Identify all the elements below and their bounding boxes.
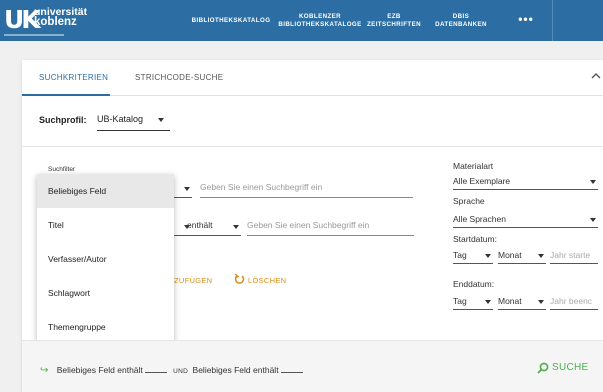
end-year-input[interactable]: Jahr beenc (550, 296, 598, 310)
caret-down-icon (158, 118, 164, 122)
summary-field-2: Beliebiges Feld (192, 365, 251, 375)
search-term-input-row-1[interactable]: Geben Sie einen Suchbegriff ein (200, 182, 413, 198)
start-month-value: Monat (498, 250, 522, 260)
menu-item-verfasser-autor[interactable]: Verfasser/Autor (37, 242, 174, 276)
material-value: Alle Exemplare (453, 176, 511, 186)
search-term-placeholder-row-2: Geben Sie einen Suchbegriff ein (247, 220, 370, 230)
field-select-row-1[interactable] (174, 182, 192, 198)
nav-dbis-line-2: DATENBANKEN (435, 20, 487, 28)
caret-down-icon (590, 218, 596, 222)
language-select[interactable]: Alle Sprachen (453, 214, 598, 228)
search-summary-bar: ↪ Beliebiges Feld enthält UND Beliebiges… (22, 340, 603, 392)
university-logo[interactable]: UK universität koblenz (4, 6, 94, 36)
logo-mark: UK (4, 5, 41, 34)
end-year-placeholder: Jahr beenc (550, 296, 593, 306)
tab-suchkriterien[interactable]: SUCHKRITERIEN (39, 73, 108, 82)
caret-down-icon (538, 254, 544, 258)
summary-und: UND (173, 368, 189, 375)
end-day-select[interactable]: Tag (453, 296, 493, 310)
filter-label: Suchfilter (48, 166, 76, 173)
logo-text: universität koblenz (34, 7, 87, 28)
material-label: Materialart (453, 161, 494, 171)
search-tabs: SUCHKRITERIEN STRICHCODE-SUCHE (22, 60, 603, 96)
top-navigation-bar: UK universität koblenz BIBLIOTHEKSKATALO… (0, 0, 603, 41)
summary-operator-2: enthält (253, 365, 279, 375)
more-menu-button[interactable]: ••• (500, 0, 552, 41)
nav-bibliothekskatalog-label: BIBLIOTHEKSKATALOG (191, 16, 271, 24)
end-month-value: Monat (498, 296, 522, 306)
logo-line-2: koblenz (34, 16, 77, 28)
search-term-placeholder-row-1: Geben Sie einen Suchbegriff ein (200, 182, 323, 192)
material-select[interactable]: Alle Exemplare (453, 176, 598, 190)
delete-button-label: LÖSCHEN (248, 276, 287, 285)
menu-item-themengruppe[interactable]: Themengruppe (37, 310, 174, 344)
logo-underline (4, 34, 64, 36)
summary-blank-2 (280, 365, 303, 373)
menu-item-titel[interactable]: Titel (37, 208, 174, 242)
nav-koblenzer-line-1: KOBLENZER (298, 13, 342, 20)
caret-down-icon (485, 300, 491, 304)
field-dropdown-menu: Beliebiges Feld Titel Verfasser/Autor Sc… (37, 174, 174, 348)
chevron-up-icon[interactable] (591, 71, 603, 83)
caret-down-icon (485, 254, 491, 258)
nav-dbis-datenbanken[interactable]: DBIS DATENBANKEN (428, 0, 494, 41)
caret-down-icon (538, 300, 544, 304)
start-year-input[interactable]: Jahr starte (550, 250, 598, 264)
summary-operator-1: enthält (117, 365, 143, 375)
search-term-input-row-2[interactable]: Geben Sie einen Suchbegriff ein (247, 220, 414, 236)
search-icon (537, 362, 549, 374)
nav-bibliothekskatalog[interactable]: BIBLIOTHEKSKATALOG (190, 0, 272, 41)
active-tab-indicator (22, 94, 110, 96)
start-year-placeholder: Jahr starte (550, 250, 591, 260)
start-day-select[interactable]: Tag (453, 250, 493, 264)
caret-down-icon (233, 225, 239, 229)
query-summary: ↪ Beliebiges Feld enthält UND Beliebiges… (40, 365, 305, 376)
search-button-label: SUCHE (552, 362, 589, 373)
nav-ezb-zeitschriften[interactable]: EZB ZEITSCHRIFTEN (366, 0, 422, 41)
menu-item-schlagwort[interactable]: Schlagwort (37, 276, 174, 310)
summary-blank-1 (144, 365, 167, 373)
language-value: Alle Sprachen (453, 214, 506, 224)
caret-down-icon (590, 180, 596, 184)
profile-label: Suchprofil: (39, 115, 87, 125)
operator-value-row-2: enthält (187, 220, 213, 230)
nav-ezb-line-1: EZB (387, 13, 401, 20)
language-label: Sprache (453, 196, 485, 206)
nav-dbis-line-1: DBIS (452, 13, 470, 20)
delete-button[interactable]: LÖSCHEN (234, 273, 287, 285)
arrow-right-icon: ↪ (40, 365, 49, 376)
caret-down-icon (184, 187, 190, 191)
reset-icon (234, 273, 245, 284)
profile-select[interactable]: UB-Katalog (97, 114, 170, 131)
nav-koblenzer-bibliothekskataloge[interactable]: KOBLENZER BIBLIOTHEKSKATALOGE (278, 0, 362, 41)
end-day-value: Tag (453, 296, 467, 306)
section-divider (22, 146, 603, 147)
nav-divider (552, 0, 553, 41)
summary-field-1: Beliebiges Feld (56, 365, 115, 375)
nav-koblenzer-line-2: BIBLIOTHEKSKATALOGE (278, 20, 362, 28)
menu-item-beliebiges-feld[interactable]: Beliebiges Feld (37, 174, 174, 208)
start-month-select[interactable]: Monat (498, 250, 546, 264)
profile-select-value: UB-Katalog (97, 114, 144, 124)
start-date-label: Startdatum: (453, 234, 497, 244)
start-day-value: Tag (453, 250, 467, 260)
end-date-label: Enddatum: (453, 279, 495, 289)
nav-ezb-line-2: ZEITSCHRIFTEN (366, 20, 421, 28)
tab-strichcode-suche[interactable]: STRICHCODE-SUCHE (135, 73, 223, 82)
add-field-button[interactable]: ZUFÜGEN (174, 276, 212, 285)
operator-select-row-2[interactable]: enthält (187, 220, 241, 236)
search-button[interactable]: SUCHE (537, 361, 597, 377)
end-month-select[interactable]: Monat (498, 296, 546, 310)
